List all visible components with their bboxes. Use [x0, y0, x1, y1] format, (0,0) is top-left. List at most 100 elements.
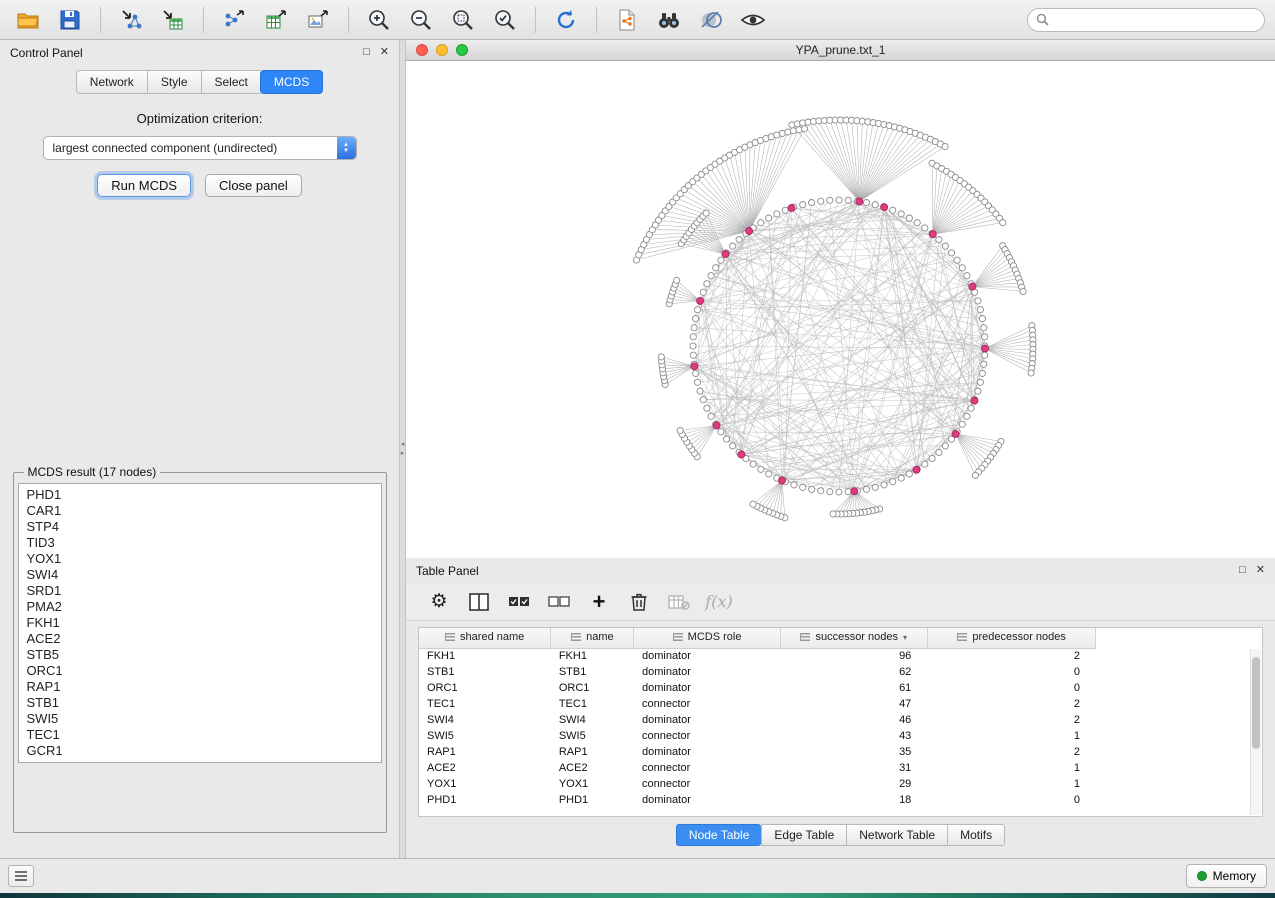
cell-name[interactable]: FKH1	[551, 648, 634, 664]
cell-name[interactable]: SWI5	[551, 728, 634, 744]
mcds-result-item[interactable]: GCR1	[19, 743, 381, 759]
select-all-rows-button[interactable]	[504, 588, 534, 616]
mcds-result-item[interactable]: PHD1	[19, 487, 381, 503]
function-builder-button[interactable]: f(x)	[704, 588, 734, 616]
cell-name[interactable]: ORC1	[551, 680, 634, 696]
cell-successor-nodes[interactable]: 62	[780, 664, 927, 680]
search-input[interactable]	[1054, 13, 1256, 27]
cell-mcds-role[interactable]: dominator	[634, 648, 780, 664]
cell-shared-name[interactable]: YOX1	[419, 776, 551, 792]
mcds-result-item[interactable]: SWI4	[19, 567, 381, 583]
cell-mcds-role[interactable]: connector	[634, 728, 780, 744]
column-header-mcds-role[interactable]: MCDS role	[634, 628, 780, 648]
float-panel-icon[interactable]: □	[363, 47, 370, 58]
cell-successor-nodes[interactable]: 47	[780, 696, 927, 712]
mcds-result-item[interactable]: TEC1	[19, 727, 381, 743]
cell-mcds-role[interactable]: dominator	[634, 744, 780, 760]
cell-shared-name[interactable]: RAP1	[419, 744, 551, 760]
cell-name[interactable]: SWI4	[551, 712, 634, 728]
export-table-button[interactable]	[258, 5, 294, 35]
cell-name[interactable]: TEC1	[551, 696, 634, 712]
tab-edge-table[interactable]: Edge Table	[761, 824, 846, 846]
zoom-out-button[interactable]	[403, 5, 439, 35]
column-header-name[interactable]: name	[551, 628, 634, 648]
mcds-result-item[interactable]: FKH1	[19, 615, 381, 631]
cell-shared-name[interactable]: SWI5	[419, 728, 551, 744]
cell-predecessor-nodes[interactable]: 2	[927, 712, 1096, 728]
table-row[interactable]: SWI4SWI4dominator462	[419, 712, 1262, 728]
add-column-button[interactable]: +	[584, 588, 614, 616]
cell-shared-name[interactable]: ACE2	[419, 760, 551, 776]
table-scrollbar[interactable]	[1250, 649, 1261, 815]
mcds-result-item[interactable]: ACE2	[19, 631, 381, 647]
table-row[interactable]: ACE2ACE2connector311	[419, 760, 1262, 776]
cell-mcds-role[interactable]: dominator	[634, 792, 780, 808]
delete-column-button[interactable]	[624, 588, 654, 616]
show-columns-button[interactable]	[464, 588, 494, 616]
cell-successor-nodes[interactable]: 35	[780, 744, 927, 760]
mcds-result-item[interactable]: CAR1	[19, 503, 381, 519]
tab-network-table[interactable]: Network Table	[846, 824, 947, 846]
mcds-result-item[interactable]: STB5	[19, 647, 381, 663]
maximize-window-icon[interactable]	[456, 44, 468, 56]
run-mcds-button[interactable]: Run MCDS	[97, 174, 191, 197]
cell-name[interactable]: RAP1	[551, 744, 634, 760]
mcds-result-item[interactable]: PMA2	[19, 599, 381, 615]
cell-shared-name[interactable]: FKH1	[419, 648, 551, 664]
table-row[interactable]: PHD1PHD1dominator180	[419, 792, 1262, 808]
close-panel-icon[interactable]: ✕	[380, 47, 389, 58]
mcds-result-item[interactable]: TID3	[19, 535, 381, 551]
cell-shared-name[interactable]: PHD1	[419, 792, 551, 808]
cell-mcds-role[interactable]: connector	[634, 776, 780, 792]
mcds-result-item[interactable]: YOX1	[19, 551, 381, 567]
mcds-result-item[interactable]: STP4	[19, 519, 381, 535]
close-panel-button[interactable]: Close panel	[205, 174, 302, 197]
optimization-criterion-select[interactable]: largest connected component (undirected)…	[43, 136, 357, 160]
save-session-button[interactable]	[52, 5, 88, 35]
cell-name[interactable]: YOX1	[551, 776, 634, 792]
export-document-button[interactable]	[609, 5, 645, 35]
import-network-button[interactable]	[113, 5, 149, 35]
cell-mcds-role[interactable]: dominator	[634, 680, 780, 696]
cell-successor-nodes[interactable]: 31	[780, 760, 927, 776]
scrollbar-thumb[interactable]	[1252, 657, 1260, 749]
close-panel-icon[interactable]: ✕	[1256, 565, 1265, 576]
table-row[interactable]: FKH1FKH1dominator962	[419, 648, 1262, 664]
cell-predecessor-nodes[interactable]: 2	[927, 696, 1096, 712]
tab-mcds[interactable]: MCDS	[260, 70, 323, 94]
cell-mcds-role[interactable]: dominator	[634, 712, 780, 728]
import-table-button[interactable]	[155, 5, 191, 35]
memory-button[interactable]: Memory	[1186, 864, 1267, 888]
zoom-selected-button[interactable]	[487, 5, 523, 35]
toggle-visibility-button[interactable]	[735, 5, 771, 35]
cell-predecessor-nodes[interactable]: 1	[927, 728, 1096, 744]
search-network-button[interactable]	[651, 5, 687, 35]
cell-shared-name[interactable]: TEC1	[419, 696, 551, 712]
column-header-predecessor-nodes[interactable]: predecessor nodes	[927, 628, 1096, 648]
cell-predecessor-nodes[interactable]: 0	[927, 664, 1096, 680]
float-panel-icon[interactable]: □	[1239, 565, 1246, 576]
network-graph[interactable]	[406, 61, 1275, 558]
minimize-window-icon[interactable]	[436, 44, 448, 56]
cell-mcds-role[interactable]: connector	[634, 760, 780, 776]
collapse-right-icon[interactable]: ▸	[401, 450, 405, 457]
table-row[interactable]: RAP1RAP1dominator352	[419, 744, 1262, 760]
cell-successor-nodes[interactable]: 29	[780, 776, 927, 792]
cell-successor-nodes[interactable]: 18	[780, 792, 927, 808]
delete-table-button[interactable]	[664, 588, 694, 616]
column-header-successor-nodes[interactable]: successor nodes▾	[780, 628, 927, 648]
open-file-button[interactable]	[10, 5, 46, 35]
clear-selection-button[interactable]	[544, 588, 574, 616]
cell-predecessor-nodes[interactable]: 1	[927, 776, 1096, 792]
table-row[interactable]: ORC1ORC1dominator610	[419, 680, 1262, 696]
show-panels-menu-button[interactable]	[8, 865, 34, 887]
cell-successor-nodes[interactable]: 61	[780, 680, 927, 696]
apply-layout-button[interactable]	[548, 5, 584, 35]
cell-successor-nodes[interactable]: 96	[780, 648, 927, 664]
tab-motifs[interactable]: Motifs	[947, 824, 1005, 846]
cell-shared-name[interactable]: ORC1	[419, 680, 551, 696]
mcds-result-item[interactable]: RAP1	[19, 679, 381, 695]
mcds-result-item[interactable]: ORC1	[19, 663, 381, 679]
cell-name[interactable]: ACE2	[551, 760, 634, 776]
panel-splitter[interactable]: ◂ ▸	[399, 40, 406, 858]
